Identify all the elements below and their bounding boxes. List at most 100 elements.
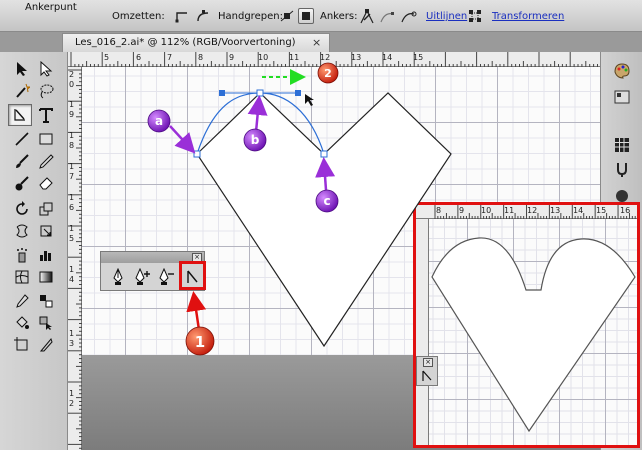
blob-brush-tool-icon — [15, 176, 29, 191]
cut-path-at-anchor-icon[interactable] — [400, 8, 418, 26]
live-paint-selection-tool[interactable] — [34, 312, 58, 334]
inset-ruler-label: 13 — [550, 206, 561, 215]
result-preview-inset: 8 9 10 11 12 13 14 15 16 × — [413, 202, 640, 448]
free-transform-tool[interactable] — [34, 220, 58, 242]
mesh-tool-icon — [15, 270, 29, 284]
inset-vertical-ruler — [416, 219, 429, 445]
inset-ruler-label: 15 — [596, 206, 607, 215]
scale-tool[interactable] — [34, 198, 58, 220]
color-guide-icon[interactable] — [613, 88, 631, 106]
v-ruler-label: 1 — [69, 100, 75, 109]
document-tab[interactable]: Les_016_2.ai* @ 112% (RGB/Voorvertoning)… — [62, 33, 330, 52]
swatches-icon[interactable] — [613, 136, 631, 154]
context-label: Ankerpunt — [25, 2, 77, 13]
v-ruler-label: 6 — [69, 203, 75, 212]
show-handles-icon[interactable] — [280, 9, 294, 23]
v-ruler-label: 0 — [69, 80, 75, 89]
v-ruler-label: 1 — [69, 131, 75, 140]
blend-tool-icon — [40, 295, 53, 308]
inset-ruler-label: 16 — [620, 206, 631, 215]
pencil-tool[interactable] — [34, 150, 58, 172]
v-ruler-label: 5 — [69, 234, 75, 243]
blend-tool[interactable] — [34, 290, 58, 312]
inset-horizontal-ruler: 8 9 10 11 12 13 14 15 16 — [416, 205, 637, 219]
pen-tool[interactable] — [8, 104, 32, 126]
convert-anchor-highlight — [179, 261, 206, 290]
symbol-sprayer-tool[interactable] — [10, 244, 34, 266]
artboard-tool-icon — [14, 337, 28, 351]
magic-wand-tool-icon — [16, 83, 30, 98]
paintbrush-tool-icon — [16, 154, 29, 168]
rectangle-tool[interactable] — [34, 128, 58, 150]
scale-tool-icon — [39, 202, 53, 216]
eraser-tool[interactable] — [34, 172, 58, 194]
h-ruler-label: 12 — [320, 53, 331, 62]
symbol-sprayer-tool-icon — [17, 248, 27, 263]
remove-anchor-icon[interactable] — [358, 8, 376, 26]
artboard-tool[interactable] — [10, 334, 34, 356]
vertical-ruler: 2 0 1 9 1 8 1 7 1 6 1 5 1 4 1 3 1 2 — [68, 67, 82, 450]
convert-to-corner-icon[interactable] — [175, 9, 189, 23]
h-ruler-label: 11 — [289, 53, 300, 62]
pencil-tool-icon — [39, 154, 54, 169]
blob-brush-tool[interactable] — [10, 172, 34, 194]
type-tool-icon — [39, 108, 53, 123]
transform-icon[interactable] — [468, 9, 482, 23]
column-graph-tool-icon — [40, 251, 51, 261]
h-ruler-label: 10 — [258, 53, 269, 62]
live-paint-bucket-tool-icon — [16, 316, 29, 329]
gradient-tool[interactable] — [34, 266, 58, 288]
color-palette-icon[interactable] — [613, 62, 631, 80]
convert-label: Omzetten: — [112, 11, 165, 22]
h-ruler-label: 9 — [229, 53, 235, 62]
v-ruler-label: 1 — [69, 329, 75, 338]
brushes-icon[interactable] — [613, 160, 631, 178]
selection-tool[interactable] — [10, 58, 34, 80]
column-graph-tool[interactable] — [34, 244, 58, 266]
v-ruler-label: 3 — [69, 339, 75, 348]
control-bar: Ankerpunt Omzetten: Handgrepen: Ankers: … — [0, 0, 642, 32]
live-paint-bucket-tool[interactable] — [10, 312, 34, 334]
type-tool[interactable] — [34, 104, 58, 126]
add-anchor-point-icon — [113, 268, 123, 285]
lasso-tool[interactable] — [34, 80, 58, 102]
paintbrush-tool[interactable] — [10, 150, 34, 172]
rectangle-tool-icon — [39, 133, 53, 145]
eyedropper-tool[interactable] — [10, 290, 34, 312]
transform-link[interactable]: Transformeren — [492, 11, 564, 22]
eyedropper-tool-icon — [16, 294, 29, 308]
align-link[interactable]: Uitlijnen — [426, 11, 467, 22]
convert-to-smooth-icon[interactable] — [196, 9, 210, 23]
line-segment-tool-icon — [15, 132, 29, 146]
rotate-tool[interactable] — [10, 198, 34, 220]
inset-panel-close-icon: × — [423, 358, 433, 367]
connect-endpoints-icon[interactable] — [379, 8, 397, 26]
slice-tool-icon — [39, 337, 53, 352]
v-ruler-label: 4 — [69, 275, 75, 284]
inset-canvas — [429, 219, 637, 445]
close-tab-icon[interactable]: × — [312, 36, 321, 49]
line-segment-tool[interactable] — [10, 128, 34, 150]
gradient-tool-icon — [39, 271, 53, 283]
v-ruler-label: 9 — [69, 110, 75, 119]
add-anchor-panel-tool[interactable] — [131, 266, 153, 288]
slice-tool[interactable] — [34, 334, 58, 356]
v-ruler-label: 7 — [69, 172, 75, 181]
horizontal-ruler: 5 6 7 8 9 10 11 12 13 14 15 — [68, 52, 600, 67]
lasso-tool-icon — [40, 84, 54, 99]
mesh-tool[interactable] — [10, 266, 34, 288]
h-ruler-label: 6 — [136, 53, 142, 62]
horizontal-ruler-ticks — [70, 52, 598, 67]
eraser-tool-icon — [39, 177, 53, 190]
hide-handles-button[interactable] — [298, 8, 314, 24]
v-ruler-label: 1 — [69, 162, 75, 171]
magic-wand-tool[interactable] — [10, 80, 34, 102]
direct-selection-tool-icon — [40, 61, 53, 77]
warp-tool[interactable] — [10, 220, 34, 242]
h-ruler-label: 15 — [413, 53, 424, 62]
pen-panel-tool[interactable] — [107, 266, 129, 288]
inset-ruler-label: 9 — [459, 206, 465, 215]
delete-anchor-panel-tool[interactable] — [155, 266, 177, 288]
direct-selection-tool[interactable] — [34, 58, 58, 80]
v-ruler-label: 1 — [69, 224, 75, 233]
